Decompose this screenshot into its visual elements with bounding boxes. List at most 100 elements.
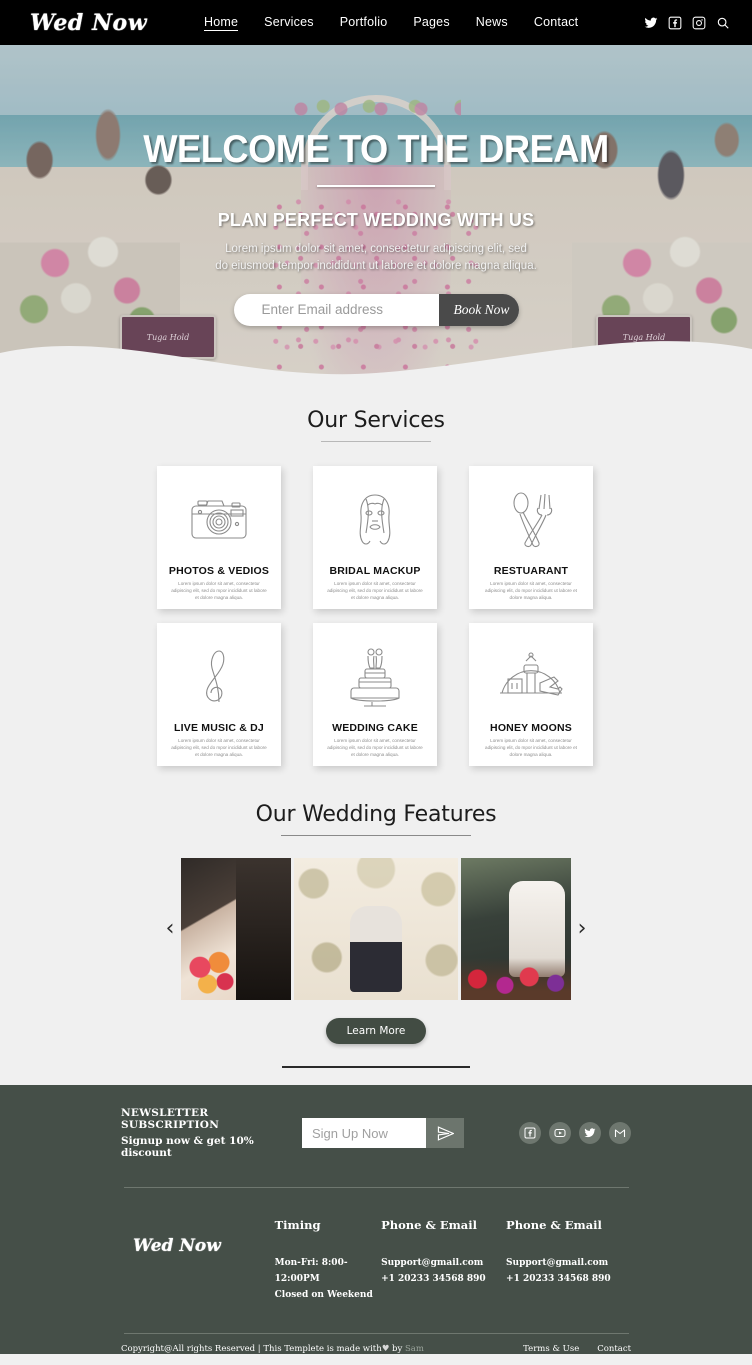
email-input[interactable] bbox=[233, 293, 439, 326]
service-card-photos[interactable]: PHOTOS & VEDIOS Lorem ipsum dolor sit am… bbox=[157, 466, 281, 609]
features-title: Our Wedding Features bbox=[255, 802, 497, 827]
service-card-music[interactable]: LIVE MUSIC & DJ Lorem ipsum dolor sit am… bbox=[157, 623, 281, 766]
services-title: Our Services bbox=[307, 408, 445, 433]
footer-column-contact-1: Phone & Email Support@gmail.com +1 20233… bbox=[381, 1218, 506, 1303]
site-footer: NEWSLETTER SUBSCRIPTION Signup now & get… bbox=[0, 1085, 752, 1355]
heart-icon: ♥ bbox=[381, 1344, 390, 1355]
airport-plane-icon bbox=[477, 633, 585, 722]
footer-column-line2: +1 20233 34568 890 bbox=[381, 1273, 486, 1284]
footer-facebook-icon[interactable] bbox=[519, 1122, 541, 1144]
nav-item-news[interactable]: News bbox=[476, 15, 508, 30]
main-navigation: Home Services Portfolio Pages News Conta… bbox=[204, 15, 578, 31]
footer-youtube-icon[interactable] bbox=[549, 1122, 571, 1144]
service-card-desc: Lorem ipsum dolor sit amet, consectetur … bbox=[327, 580, 423, 600]
camera-icon bbox=[165, 476, 273, 565]
footer-column-line1: Support@gmail.com bbox=[381, 1258, 484, 1268]
footer-link-contact[interactable]: Contact bbox=[597, 1344, 631, 1354]
footer-gmail-icon[interactable] bbox=[609, 1122, 631, 1144]
hero-subtitle: PLAN PERFECT WEDDING WITH US bbox=[217, 210, 535, 230]
carousel-slides bbox=[181, 858, 571, 1000]
nav-item-services[interactable]: Services bbox=[264, 15, 314, 30]
hero-content: WELCOME TO THE DREAM PLAN PERFECT WEDDIN… bbox=[0, 45, 752, 326]
newsletter-form bbox=[302, 1118, 464, 1148]
hero-paragraph-line2: do eiusmod tempor incididunt ut labore e… bbox=[215, 260, 537, 273]
service-card-title: LIVE MUSIC & DJ bbox=[174, 721, 264, 734]
footer-column-contact-2: Phone & Email Support@gmail.com +1 20233… bbox=[506, 1218, 631, 1303]
footer-column-line1: Support@gmail.com bbox=[506, 1258, 609, 1268]
footer-divider-top bbox=[123, 1187, 629, 1188]
newsletter-title: NEWSLETTER SUBSCRIPTION bbox=[121, 1107, 220, 1131]
learn-more-wrapper: Learn More bbox=[0, 1018, 752, 1044]
service-card-title: PHOTOS & VEDIOS bbox=[168, 564, 270, 577]
service-card-desc: Lorem ipsum dolor sit amet, consectetur … bbox=[171, 737, 267, 757]
spoon-fork-icon bbox=[477, 476, 585, 565]
service-card-title: BRIDAL MACKUP bbox=[329, 564, 421, 577]
footer-column-heading: Timing bbox=[274, 1218, 321, 1232]
site-logo[interactable]: Wed Now bbox=[30, 10, 180, 36]
service-card-title: RESTUARANT bbox=[493, 564, 569, 577]
service-card-desc: Lorem ipsum dolor sit amet, consectetur … bbox=[327, 737, 423, 757]
search-icon[interactable] bbox=[716, 16, 730, 30]
service-card-cake[interactable]: WEDDING CAKE Lorem ipsum dolor sit amet,… bbox=[313, 623, 437, 766]
footer-column-line2: Closed on Weekend bbox=[274, 1289, 373, 1300]
bridal-face-icon bbox=[321, 476, 429, 565]
footer-logo: Wed Now bbox=[133, 1236, 221, 1256]
copyright-by: by bbox=[392, 1344, 403, 1355]
footer-link-terms[interactable]: Terms & Use bbox=[523, 1344, 579, 1354]
newsletter-submit-button[interactable] bbox=[426, 1118, 464, 1148]
hero-subscribe-form: Book Now bbox=[233, 293, 519, 326]
page-root: Wed Now Home Services Portfolio Pages Ne… bbox=[0, 0, 752, 1365]
footer-column-line2: +1 20233 34568 890 bbox=[506, 1273, 611, 1284]
hero-paragraph-line1: Lorem ipsum dolor sit amet, consectetur … bbox=[225, 243, 527, 255]
service-card-desc: Lorem ipsum dolor sit amet, consectetur … bbox=[485, 580, 577, 600]
copyright-author[interactable]: Sam bbox=[405, 1344, 424, 1354]
facebook-icon[interactable] bbox=[668, 16, 682, 30]
instagram-icon[interactable] bbox=[692, 16, 706, 30]
features-section: Our Wedding Features ‹ › Learn More bbox=[0, 780, 752, 1068]
footer-twitter-icon[interactable] bbox=[579, 1122, 601, 1144]
footer-columns: Wed Now Timing Mon-Fri: 8:00-12:00PM Clo… bbox=[121, 1218, 631, 1303]
learn-more-button[interactable]: Learn More bbox=[325, 1018, 427, 1044]
carousel-slide-1[interactable] bbox=[181, 858, 291, 1000]
services-card-grid: PHOTOS & VEDIOS Lorem ipsum dolor sit am… bbox=[141, 466, 611, 780]
service-card-restaurant[interactable]: RESTUARANT Lorem ipsum dolor sit amet, c… bbox=[469, 466, 593, 609]
twitter-icon[interactable] bbox=[644, 16, 658, 30]
newsletter-input[interactable] bbox=[302, 1118, 426, 1148]
footer-links: Terms & Use Contact bbox=[523, 1344, 631, 1354]
copyright-text: Copyright@All rights Reserved | This Tem… bbox=[121, 1344, 424, 1354]
carousel-slide-2[interactable] bbox=[294, 858, 458, 1000]
site-header: Wed Now Home Services Portfolio Pages Ne… bbox=[0, 0, 752, 45]
carousel-next-arrow[interactable]: › bbox=[571, 918, 593, 940]
footer-social-group bbox=[519, 1122, 631, 1144]
wave-divider bbox=[0, 341, 752, 390]
service-card-bridal[interactable]: BRIDAL MACKUP Lorem ipsum dolor sit amet… bbox=[313, 466, 437, 609]
hero-section: Tuga Hold Tuga Hold WELCOME TO THE DREAM… bbox=[0, 45, 752, 390]
newsletter-text-block: NEWSLETTER SUBSCRIPTION Signup now & get… bbox=[121, 1107, 292, 1159]
features-title-underline bbox=[281, 835, 471, 836]
service-card-title: HONEY MOONS bbox=[490, 721, 572, 734]
nav-item-portfolio[interactable]: Portfolio bbox=[340, 15, 388, 30]
nav-item-pages[interactable]: Pages bbox=[413, 15, 449, 30]
copyright-prefix: Copyright@All rights Reserved | This Tem… bbox=[121, 1344, 382, 1355]
carousel-prev-arrow[interactable]: ‹ bbox=[159, 918, 181, 940]
book-now-button[interactable]: Book Now bbox=[438, 293, 519, 326]
header-icon-group bbox=[644, 16, 730, 30]
hero-divider bbox=[317, 185, 435, 187]
nav-item-home[interactable]: Home bbox=[204, 15, 239, 31]
features-carousel: ‹ › bbox=[141, 858, 611, 1000]
footer-column-heading: Phone & Email bbox=[506, 1218, 602, 1232]
newsletter-subtitle: Signup now & get 10% discount bbox=[121, 1135, 254, 1159]
hero-title: WELCOME TO THE DREAM bbox=[143, 128, 609, 171]
music-note-icon bbox=[165, 633, 273, 722]
services-section: Our Services PHOTOS & VEDIOS Lorem ipsum… bbox=[0, 390, 752, 780]
footer-column-heading: Phone & Email bbox=[381, 1218, 477, 1232]
service-card-desc: Lorem ipsum dolor sit amet, consectetur … bbox=[171, 580, 267, 600]
newsletter-row: NEWSLETTER SUBSCRIPTION Signup now & get… bbox=[121, 1107, 631, 1159]
nav-item-contact[interactable]: Contact bbox=[534, 15, 578, 30]
service-card-title: WEDDING CAKE bbox=[332, 721, 418, 734]
wedding-cake-icon bbox=[321, 633, 429, 722]
service-card-honeymoon[interactable]: HONEY MOONS Lorem ipsum dolor sit amet, … bbox=[469, 623, 593, 766]
carousel-slide-3[interactable] bbox=[461, 858, 571, 1000]
footer-column-timing: Timing Mon-Fri: 8:00-12:00PM Closed on W… bbox=[275, 1218, 381, 1303]
service-card-desc: Lorem ipsum dolor sit amet, consectetur … bbox=[485, 737, 577, 757]
